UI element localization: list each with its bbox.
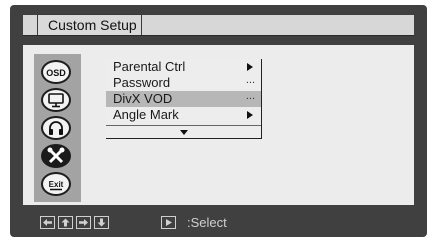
menu-item-password[interactable]: Password ...	[106, 74, 261, 91]
menu-item-divx-vod[interactable]: DivX VOD ...	[106, 90, 261, 107]
osd-screen: Custom Setup OSD Exit Parental Ctrl Pass…	[10, 5, 427, 237]
submenu: Parental Ctrl Password ... DivX VOD ... …	[106, 59, 262, 139]
ellipsis-icon: ...	[245, 90, 255, 102]
menu-item-parental-ctrl[interactable]: Parental Ctrl	[106, 59, 261, 75]
right-arrow-icon	[76, 216, 91, 229]
chevron-down-icon	[180, 130, 188, 135]
up-arrow-icon	[58, 216, 73, 229]
menu-item-angle-mark[interactable]: Angle Mark	[106, 107, 261, 123]
osd-icon[interactable]: OSD	[41, 60, 71, 84]
select-hint-label: :Select	[187, 215, 227, 230]
exit-icon[interactable]: Exit	[41, 172, 71, 196]
menu-item-label: Angle Mark	[113, 107, 179, 122]
play-icon	[161, 216, 176, 229]
page-title: Custom Setup	[37, 14, 142, 35]
headphones-icon[interactable]	[41, 116, 71, 140]
title-bar: Custom Setup	[23, 14, 414, 36]
exit-icon-label: Exit	[49, 180, 64, 189]
menu-item-label: DivX VOD	[113, 91, 173, 106]
key-hint-bar: :Select	[23, 214, 414, 234]
setup-panel: OSD Exit Parental Ctrl Password ... DivX…	[23, 45, 414, 205]
menu-item-label: Parental Ctrl	[113, 59, 186, 74]
monitor-icon[interactable]	[41, 88, 71, 112]
menu-item-label: Password	[113, 75, 171, 90]
submenu-arrow-icon	[247, 63, 253, 71]
tools-icon[interactable]	[41, 144, 71, 168]
osd-icon-label: OSD	[46, 68, 66, 78]
down-arrow-icon	[94, 216, 109, 229]
scroll-down-button[interactable]	[106, 125, 261, 138]
category-column: OSD Exit	[34, 54, 81, 202]
submenu-arrow-icon	[247, 111, 253, 119]
left-arrow-icon	[40, 216, 55, 229]
ellipsis-icon: ...	[245, 74, 255, 86]
